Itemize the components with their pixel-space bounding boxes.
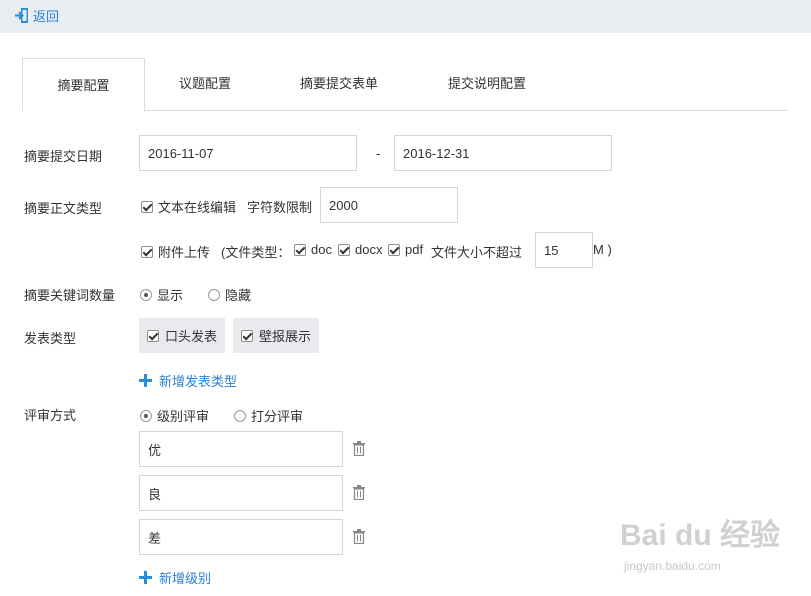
date-separator: - <box>376 146 381 161</box>
trash-icon[interactable] <box>352 529 366 544</box>
poster-label: 壁报展示 <box>259 329 312 344</box>
watermark-url: jingyan.baidu.com <box>624 559 721 573</box>
review-score-option[interactable]: 打分评审 <box>234 406 303 425</box>
oral-checkbox[interactable] <box>147 329 159 342</box>
pdf-label: pdf <box>405 242 424 257</box>
file-type-label: (文件类型： <box>221 245 291 260</box>
doc-label: doc <box>311 242 332 257</box>
file-size-input[interactable] <box>535 232 593 268</box>
doc-checkbox[interactable] <box>294 243 306 256</box>
online-edit-checkbox[interactable] <box>141 200 153 213</box>
exit-icon <box>15 8 28 23</box>
tab-abstract-config[interactable]: 摘要配置 <box>22 58 145 112</box>
add-level-label: 新增级别 <box>159 571 212 586</box>
review-level-radio[interactable] <box>140 409 152 422</box>
add-level-link[interactable]: 新增级别 <box>139 568 211 587</box>
poster-checkbox[interactable] <box>241 329 253 342</box>
watermark-brand: Bai du 经验 <box>620 519 781 552</box>
present-type-oral[interactable]: 口头发表 <box>139 318 225 353</box>
tab-submit-instructions[interactable]: 提交说明配置 <box>413 58 561 111</box>
present-type-label: 发表类型 <box>24 331 77 346</box>
tab-label: 摘要提交表单 <box>299 76 378 91</box>
keyword-show-label: 显示 <box>157 288 184 303</box>
keyword-count-label: 摘要关键词数量 <box>24 288 116 303</box>
back-label[interactable]: 返回 <box>33 6 59 25</box>
present-type-poster[interactable]: 壁报展示 <box>233 318 319 353</box>
tab-bar: 摘要配置 议题配置 摘要提交表单 提交说明配置 <box>22 58 788 112</box>
file-type-pdf[interactable]: pdf <box>388 242 423 257</box>
review-level-option[interactable]: 级别评审 <box>140 406 209 425</box>
oral-label: 口头发表 <box>165 329 218 344</box>
tab-label: 摘要配置 <box>57 78 110 93</box>
review-score-label: 打分评审 <box>251 409 304 424</box>
tab-abstract-form[interactable]: 摘要提交表单 <box>265 58 413 111</box>
trash-icon[interactable] <box>352 441 366 456</box>
trash-icon[interactable] <box>352 485 366 500</box>
plus-icon <box>139 571 152 584</box>
body-type-label: 摘要正文类型 <box>24 201 103 216</box>
review-level-label: 级别评审 <box>157 409 210 424</box>
file-type-doc[interactable]: doc <box>294 242 332 257</box>
docx-checkbox[interactable] <box>338 243 350 256</box>
plus-icon <box>139 374 152 387</box>
attachment-label: 附件上传 <box>158 245 211 260</box>
review-method-label: 评审方式 <box>24 408 77 423</box>
file-type-docx[interactable]: docx <box>338 242 382 257</box>
start-date-input[interactable] <box>139 135 357 171</box>
attachment-option[interactable]: 附件上传 <box>141 242 210 261</box>
back-button[interactable]: 返回 <box>14 6 59 25</box>
char-limit-input[interactable] <box>320 187 458 223</box>
add-present-type-label: 新增发表类型 <box>159 374 238 389</box>
submit-date-label: 摘要提交日期 <box>24 149 103 164</box>
level-input[interactable] <box>139 519 343 555</box>
attachment-checkbox[interactable] <box>141 245 153 258</box>
tab-label: 议题配置 <box>178 76 231 91</box>
keyword-hide-radio[interactable] <box>208 288 220 301</box>
keyword-hide-label: 隐藏 <box>225 288 252 303</box>
level-input[interactable] <box>139 475 343 511</box>
level-input[interactable] <box>139 431 343 467</box>
char-limit-label: 字符数限制 <box>247 200 313 215</box>
online-edit-option[interactable]: 文本在线编辑 <box>141 197 236 216</box>
keyword-show-radio[interactable] <box>140 288 152 301</box>
keyword-show-option[interactable]: 显示 <box>140 285 183 304</box>
tab-topic-config[interactable]: 议题配置 <box>145 58 265 111</box>
tab-label: 提交说明配置 <box>447 76 526 91</box>
add-present-type-link[interactable]: 新增发表类型 <box>139 371 237 390</box>
file-size-unit: M ) <box>593 242 612 257</box>
top-bar: 返回 <box>0 0 811 33</box>
docx-label: docx <box>355 242 383 257</box>
online-edit-label: 文本在线编辑 <box>158 200 237 215</box>
review-score-radio[interactable] <box>234 409 246 422</box>
keyword-hide-option[interactable]: 隐藏 <box>208 285 251 304</box>
end-date-input[interactable] <box>394 135 612 171</box>
file-size-label: 文件大小不超过 <box>431 245 523 260</box>
pdf-checkbox[interactable] <box>388 243 400 256</box>
